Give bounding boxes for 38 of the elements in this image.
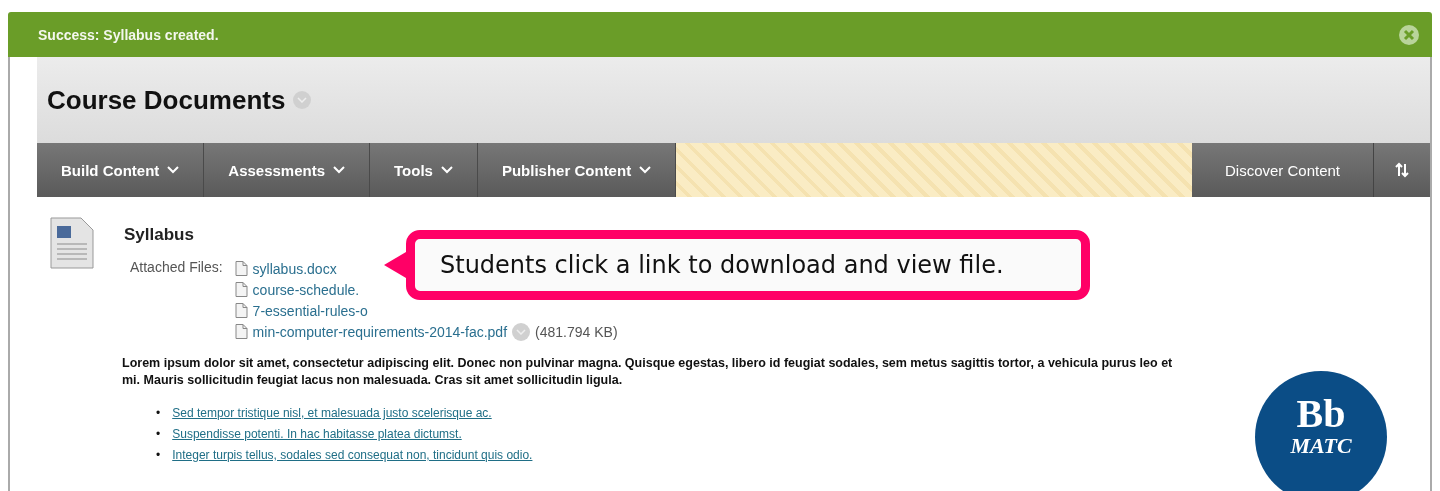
menu-button[interactable]: Build Content (37, 143, 205, 197)
page-title: Course Documents (47, 84, 286, 116)
file-link[interactable]: syllabus.docx (252, 260, 337, 277)
file-icon (50, 217, 94, 269)
document-icon (234, 324, 248, 339)
document-icon (234, 261, 248, 276)
description: Lorem ipsum dolor sit amet, consectetur adipiscing elit. Donec non pulvinar magna. Quisque egestas, libero id feugiat sodales, sem metus sagittis tortor, a vehicula purus leo et mi. Mauris sollicitudin feugiat lacus non malesuada. Cras sit amet sollicitudin ligula. (122, 355, 1174, 389)
logo-text: Bb (1296, 395, 1346, 433)
content-link[interactable]: Suspendisse potenti. In hac habitasse platea dictumst. (172, 424, 462, 445)
file-link[interactable]: 7-essential-rules-o (252, 302, 368, 319)
menu-button[interactable]: Publisher Content (477, 143, 677, 197)
sort-arrows-icon (1394, 162, 1410, 178)
menu-button[interactable]: Tools (370, 143, 478, 197)
close-icon[interactable] (1398, 23, 1420, 46)
chevron-down-icon (639, 166, 652, 174)
discover-button[interactable]: Discover Content (1192, 143, 1374, 197)
document-icon (234, 303, 248, 318)
file-link[interactable]: course-schedule. (252, 281, 360, 298)
logo-subtext: MATC (1290, 433, 1352, 459)
file-size: (481.794 KB) (535, 323, 618, 340)
options-chevron-icon[interactable] (512, 322, 531, 341)
bullet: • (156, 426, 161, 443)
item-title: Syllabus (124, 225, 195, 245)
sort-button[interactable] (1374, 143, 1430, 197)
success-message: Success: Syllabus created. (38, 26, 219, 43)
bullet: • (156, 447, 161, 464)
options-chevron-icon[interactable] (293, 91, 312, 109)
content-link[interactable]: Sed tempor tristique nisl, et malesuada justo scelerisque ac. (172, 403, 492, 424)
menu-button[interactable]: Assessments (204, 143, 371, 197)
bullet: • (156, 405, 161, 422)
document-icon (234, 282, 248, 297)
callout-text: Students click a link to download and view file. (440, 251, 1004, 279)
chevron-down-icon (440, 166, 453, 174)
file-link[interactable]: min-computer-requirements-2014-fac.pdf (252, 323, 508, 340)
content-link[interactable]: Integer turpis tellus, sodales sed consequat non, tincidunt quis odio. (172, 445, 533, 466)
chevron-down-icon (333, 166, 346, 174)
attached-files-label: Attached Files: (130, 259, 223, 277)
chevron-down-icon (167, 166, 180, 174)
